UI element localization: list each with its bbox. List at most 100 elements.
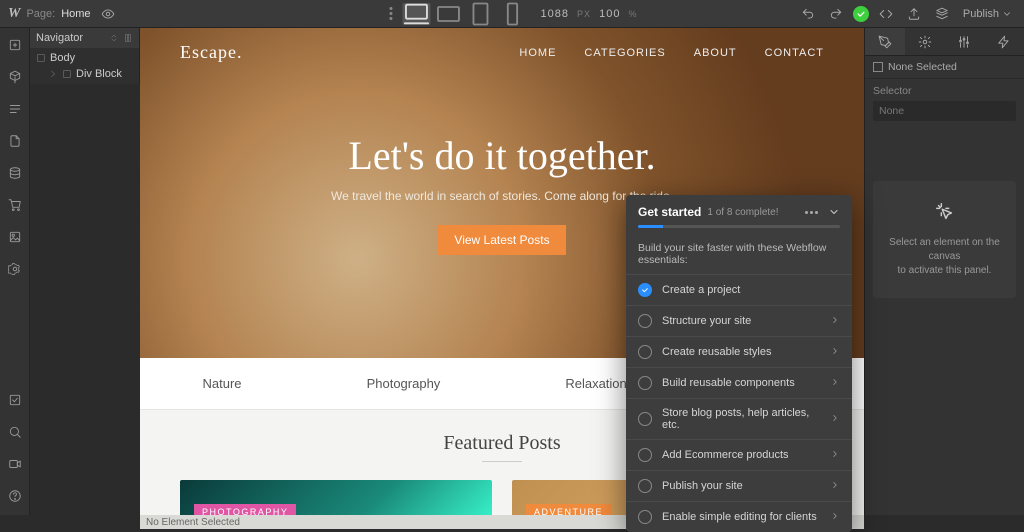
check-empty-icon	[638, 510, 652, 524]
gs-item-simple-editing[interactable]: Enable simple editing for clients	[626, 501, 852, 532]
publish-dropdown[interactable]: Publish	[959, 8, 1016, 20]
rp-placeholder-line1: Select an element on the canvas	[883, 236, 1006, 264]
device-tablet-portrait-button[interactable]	[466, 3, 494, 25]
rp-placeholder-line2: to activate this panel.	[883, 264, 1006, 278]
category-relaxation[interactable]: Relaxation	[565, 376, 626, 391]
get-started-title: Get started	[638, 205, 701, 219]
code-icon[interactable]	[875, 3, 897, 25]
rp-tab-settings[interactable]	[905, 28, 945, 55]
status-text: No Element Selected	[146, 517, 240, 528]
badge-adventure: ADVENTURE	[526, 504, 611, 515]
navigator-pin-icon[interactable]	[123, 33, 133, 43]
get-started-collapse-icon[interactable]	[828, 206, 840, 218]
gs-item-create-project[interactable]: Create a project	[626, 274, 852, 305]
get-started-more-icon[interactable]	[805, 211, 818, 214]
navigator-divblock-label: Div Block	[76, 68, 122, 80]
nav-link-contact[interactable]: CONTACT	[765, 47, 824, 59]
topbar-left: W Page: Home	[0, 3, 119, 25]
publish-label: Publish	[963, 8, 999, 20]
rp-tab-effects[interactable]	[984, 28, 1024, 55]
canvas-width: 1088	[540, 8, 568, 20]
nav-link-about[interactable]: ABOUT	[694, 47, 737, 59]
audit-check-icon[interactable]	[4, 389, 26, 411]
check-empty-icon	[638, 376, 652, 390]
gs-item-label: Enable simple editing for clients	[662, 511, 817, 523]
nav-link-categories[interactable]: CATEGORIES	[584, 47, 665, 59]
px-label: PX	[577, 9, 591, 19]
components-icon[interactable]	[4, 66, 26, 88]
assets-icon[interactable]	[4, 226, 26, 248]
check-empty-icon	[638, 314, 652, 328]
status-ok-icon[interactable]	[853, 6, 869, 22]
get-started-description: Build your site faster with these Webflo…	[626, 238, 852, 274]
device-mobile-button[interactable]	[498, 3, 526, 25]
right-panel: None Selected Selector None Select an el…	[864, 28, 1024, 515]
add-element-icon[interactable]	[4, 34, 26, 56]
rp-tab-style[interactable]	[865, 28, 905, 55]
video-tutorial-icon[interactable]	[4, 453, 26, 475]
gs-item-structure-site[interactable]: Structure your site	[626, 305, 852, 336]
get-started-progress	[638, 225, 840, 228]
check-done-icon	[638, 283, 652, 297]
get-started-list: Create a project Structure your site Cre…	[626, 274, 852, 532]
navigator-icon[interactable]	[4, 98, 26, 120]
topbar-right: Publish	[797, 3, 1024, 25]
cursor-click-icon	[883, 201, 1006, 228]
settings-icon[interactable]	[4, 258, 26, 280]
nav-link-home[interactable]: HOME	[519, 47, 556, 59]
hero-cta-button[interactable]: View Latest Posts	[438, 225, 565, 255]
redo-icon[interactable]	[825, 3, 847, 25]
device-desktop-button[interactable]	[402, 3, 430, 25]
gs-item-ecommerce[interactable]: Add Ecommerce products	[626, 439, 852, 470]
top-bar: W Page: Home 1088 PX 100 %	[0, 0, 1024, 28]
chevron-right-icon	[830, 413, 840, 426]
site-logo[interactable]: Escape.	[180, 42, 242, 63]
chevron-right-icon	[830, 511, 840, 524]
badge-photography: PHOTOGRAPHY	[194, 504, 296, 515]
left-toolbar	[0, 28, 30, 515]
gs-item-blog-posts[interactable]: Store blog posts, help articles, etc.	[626, 398, 852, 439]
gs-item-reusable-components[interactable]: Build reusable components	[626, 367, 852, 398]
navigator-node-divblock[interactable]: Div Block	[30, 66, 139, 82]
navigator-body-label: Body	[50, 52, 75, 64]
site-nav-links: HOME CATEGORIES ABOUT CONTACT	[519, 47, 824, 59]
ecommerce-icon[interactable]	[4, 194, 26, 216]
navigator-sort-icon[interactable]	[109, 33, 119, 43]
rp-selector-label: Selector	[865, 79, 1024, 101]
chevron-right-icon	[830, 377, 840, 390]
get-started-panel: Get started 1 of 8 complete! Build your …	[626, 195, 852, 532]
left-toolbar-bottom	[4, 389, 26, 507]
pages-icon[interactable]	[4, 130, 26, 152]
navigator-panel: Navigator Body Div Block	[30, 28, 140, 84]
canvas-size-readout: 1088 PX 100 %	[540, 8, 641, 20]
category-nature[interactable]: Nature	[203, 376, 242, 391]
gs-item-label: Build reusable components	[662, 377, 795, 389]
page-name[interactable]: Home	[61, 8, 90, 20]
get-started-header: Get started 1 of 8 complete!	[626, 195, 852, 225]
help-icon[interactable]	[4, 485, 26, 507]
search-icon[interactable]	[4, 421, 26, 443]
navigator-node-body[interactable]: Body	[30, 50, 139, 66]
hero-title: Let's do it together.	[348, 132, 655, 179]
gs-item-reusable-styles[interactable]: Create reusable styles	[626, 336, 852, 367]
topbar-center: 1088 PX 100 %	[382, 3, 641, 25]
chevron-right-icon	[830, 315, 840, 328]
cms-icon[interactable]	[4, 162, 26, 184]
rp-selector-field[interactable]: None	[873, 101, 1016, 121]
more-options-icon[interactable]	[382, 3, 398, 25]
get-started-subtitle: 1 of 8 complete!	[707, 207, 778, 218]
rp-tab-interactions[interactable]	[945, 28, 985, 55]
hero-subtitle: We travel the world in search of stories…	[331, 189, 673, 203]
device-tablet-landscape-button[interactable]	[434, 3, 462, 25]
check-empty-icon	[638, 479, 652, 493]
gs-item-label: Create a project	[662, 284, 740, 296]
webflow-logo[interactable]: W	[8, 6, 20, 22]
export-icon[interactable]	[903, 3, 925, 25]
featured-card-1[interactable]: PHOTOGRAPHY	[180, 480, 492, 515]
category-photography[interactable]: Photography	[367, 376, 441, 391]
audit-icon[interactable]	[931, 3, 953, 25]
gs-item-publish[interactable]: Publish your site	[626, 470, 852, 501]
preview-eye-icon[interactable]	[97, 3, 119, 25]
check-empty-icon	[638, 448, 652, 462]
undo-icon[interactable]	[797, 3, 819, 25]
